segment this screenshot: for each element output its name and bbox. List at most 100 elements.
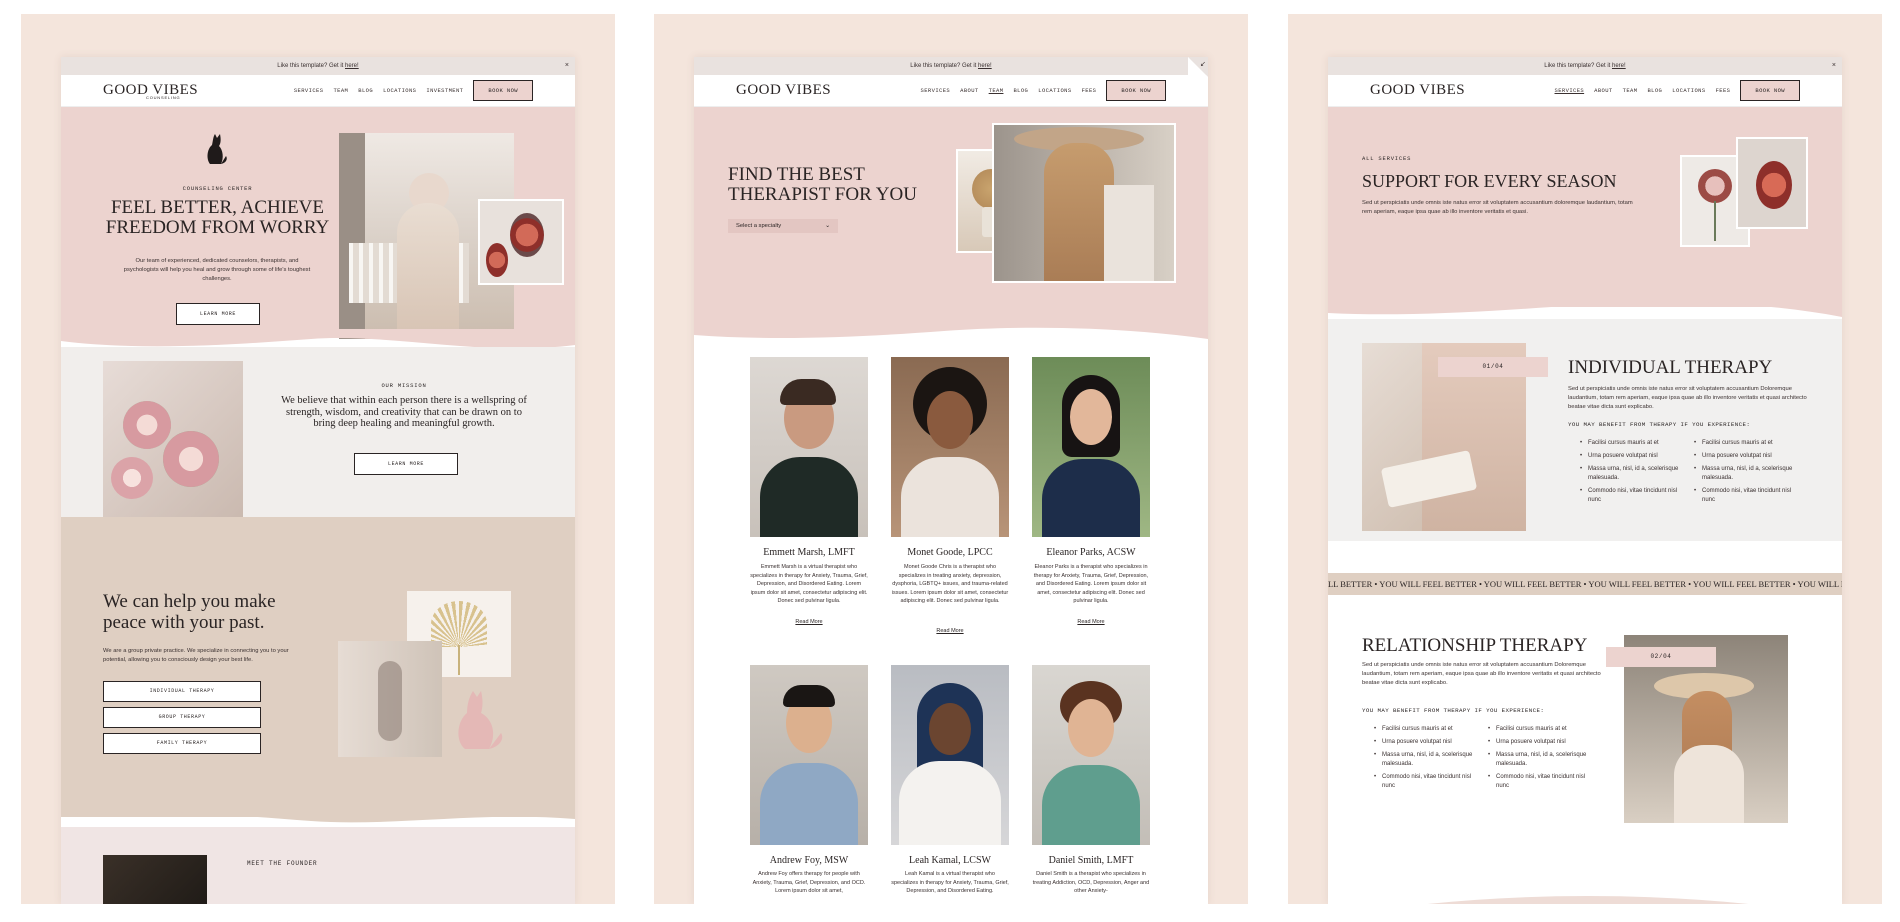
member-photo[interactable] <box>750 665 868 845</box>
member-photo[interactable] <box>891 357 1009 537</box>
team-title-line: THERAPIST FOR YOU <box>728 184 917 205</box>
help-title: We can help you make peace with your pas… <box>103 591 276 633</box>
list-item: Facilisi cursus mauris at et <box>1578 439 1688 448</box>
member-name: Emmett Marsh, LMFT <box>763 547 855 558</box>
promo-link[interactable]: here! <box>1612 63 1626 69</box>
mission-label: OUR MISSION <box>381 382 427 389</box>
nav-item-active[interactable]: SERVICES <box>1555 87 1585 94</box>
promo-text: Like this template? Get it <box>1544 63 1612 69</box>
woman-hat-photo <box>992 123 1176 283</box>
book-now-button[interactable]: BOOK NOW <box>1740 80 1800 101</box>
benefit-heading: YOU MAY BENEFIT FROM THERAPY IF YOU EXPE… <box>1362 707 1545 714</box>
list-item: Massa urna, nisl, id a, scelerisque male… <box>1578 465 1688 483</box>
home-preview-panel: Like this template? Get it here! × GOOD … <box>21 14 615 904</box>
nav-item[interactable]: BLOG <box>1013 87 1028 94</box>
nav-menu: SERVICES TEAM BLOG LOCATIONS INVESTMENT … <box>294 80 533 101</box>
learn-more-button[interactable]: LEARN MORE <box>176 303 260 325</box>
nav-item[interactable]: SERVICES <box>921 87 951 94</box>
nav-item[interactable]: ABOUT <box>1594 87 1613 94</box>
founder-photo <box>103 855 207 904</box>
promo-text: Like this template? Get it <box>910 63 978 69</box>
nav-item[interactable]: TEAM <box>333 87 348 94</box>
list-item: Commodo nisi, vitae tincidunt nisl nunc <box>1486 773 1596 791</box>
hero-eyebrow: COUNSELING CENTER <box>182 185 253 192</box>
member-name: Andrew Foy, MSW <box>769 855 849 866</box>
benefit-list: Facilisi cursus mauris at et Urna posuer… <box>1578 439 1688 509</box>
page-corner-icon: ↙ <box>1188 57 1208 77</box>
mission-text: We believe that within each person there… <box>281 395 527 429</box>
group-therapy-button[interactable]: GROUP THERAPY <box>103 707 261 728</box>
navbar: GOOD VIBES COUNSELING SERVICES TEAM BLOG … <box>61 75 575 107</box>
figs-photo <box>1736 137 1808 229</box>
individual-therapy-section: 01/04 INDIVIDUAL THERAPY Sed ut perspici… <box>1328 319 1842 541</box>
read-more-link[interactable]: Read More <box>750 619 868 625</box>
list-item: Commodo nisi, vitae tincidunt nisl nunc <box>1372 773 1482 791</box>
nav-item[interactable]: LOCATIONS <box>1672 87 1705 94</box>
family-therapy-button[interactable]: FAMILY THERAPY <box>103 733 261 754</box>
close-icon[interactable]: × <box>1832 57 1836 75</box>
logo[interactable]: GOOD VIBES <box>736 82 831 99</box>
relationship-title: RELATIONSHIP THERAPY <box>1362 635 1588 656</box>
nav-item[interactable]: LOCATIONS <box>383 87 416 94</box>
member-bio: Andrew Foy offers therapy for people wit… <box>752 871 866 894</box>
list-item: Commodo nisi, vitae tincidunt nisl nunc <box>1692 487 1802 505</box>
logo[interactable]: GOOD VIBES <box>1370 82 1465 99</box>
promo-bar: Like this template? Get it here! × <box>61 57 575 75</box>
benefit-heading: YOU MAY BENEFIT FROM THERAPY IF YOU EXPE… <box>1568 421 1751 428</box>
member-name: Monet Goode, LPCC <box>907 547 993 558</box>
member-bio: Eleanor Parks is a therapist who special… <box>1033 564 1149 604</box>
member-photo[interactable] <box>1032 665 1150 845</box>
mission-learn-more-button[interactable]: LEARN MORE <box>354 453 458 475</box>
close-icon[interactable]: × <box>565 57 569 75</box>
home-page: Like this template? Get it here! × GOOD … <box>61 57 575 904</box>
chevron-down-icon: ⌄ <box>825 223 830 229</box>
individual-therapy-button[interactable]: INDIVIDUAL THERAPY <box>103 681 261 702</box>
member-name: Eleanor Parks, ACSW <box>1046 547 1136 558</box>
list-item: Facilisi cursus mauris at et <box>1486 725 1596 734</box>
wave-divider <box>1427 896 1749 904</box>
cat-logo-icon <box>207 134 227 164</box>
read-more-link[interactable]: Read More <box>1032 619 1150 625</box>
logo[interactable]: GOOD VIBES COUNSELING <box>103 82 198 100</box>
team-title-line: FIND THE BEST <box>728 164 865 185</box>
list-item: Urna posuere volutpat nisl <box>1372 738 1482 747</box>
member-bio: Monet Goode Chris is a therapist who spe… <box>891 564 1009 604</box>
promo-link[interactable]: here! <box>345 63 359 69</box>
member-photo[interactable] <box>1032 357 1150 537</box>
list-item: Commodo nisi, vitae tincidunt nisl nunc <box>1578 487 1688 505</box>
nav-item[interactable]: TEAM <box>1623 87 1638 94</box>
benefit-list: Facilisi cursus mauris at et Urna posuer… <box>1692 439 1802 509</box>
benefit-list: Facilisi cursus mauris at et Urna posuer… <box>1372 725 1482 795</box>
nav-item[interactable]: ABOUT <box>960 87 979 94</box>
member-photo[interactable] <box>891 665 1009 845</box>
list-item: Massa urna, nisl, id a, scelerisque male… <box>1486 751 1596 769</box>
hero-title: FEEL BETTER, ACHIEVE FREEDOM FROM WORRY <box>61 198 374 238</box>
book-now-button[interactable]: BOOK NOW <box>473 80 533 101</box>
logo-sub: COUNSELING <box>146 95 181 100</box>
nav-item-active[interactable]: TEAM <box>989 87 1004 94</box>
nav-item[interactable]: LOCATIONS <box>1038 87 1071 94</box>
services-page: Like this template? Get it here! × GOOD … <box>1328 57 1842 904</box>
mission-section: OUR MISSION We believe that within each … <box>61 347 575 529</box>
list-item: Massa urna, nisl, id a, scelerisque male… <box>1692 465 1802 483</box>
nav-item[interactable]: FEES <box>1716 87 1731 94</box>
specialty-select[interactable]: Select a specialty ⌄ <box>728 219 838 233</box>
list-item: Facilisi cursus mauris at et <box>1372 725 1482 734</box>
help-section: We can help you make peace with your pas… <box>61 517 575 817</box>
promo-link[interactable]: here! <box>978 63 992 69</box>
wave-divider <box>61 801 575 823</box>
book-now-button[interactable]: BOOK NOW <box>1106 80 1166 101</box>
nav-item[interactable]: BLOG <box>358 87 373 94</box>
team-hero: FIND THE BEST THERAPIST FOR YOU Select a… <box>694 107 1208 327</box>
svg-text:↙: ↙ <box>1200 61 1206 68</box>
nav-item[interactable]: FEES <box>1082 87 1097 94</box>
nav-menu: SERVICES ABOUT TEAM BLOG LOCATIONS FEES … <box>921 80 1166 101</box>
member-photo[interactable] <box>750 357 868 537</box>
hero-intro: Our team of experienced, dedicated couns… <box>123 258 311 282</box>
nav-item[interactable]: SERVICES <box>294 87 324 94</box>
read-more-link[interactable]: Read More <box>891 628 1009 634</box>
nav-item[interactable]: INVESTMENT <box>426 87 463 94</box>
navbar: GOOD VIBES SERVICES ABOUT TEAM BLOG LOCA… <box>694 75 1208 107</box>
member-name: Leah Kamal, LCSW <box>909 855 991 866</box>
nav-item[interactable]: BLOG <box>1647 87 1662 94</box>
